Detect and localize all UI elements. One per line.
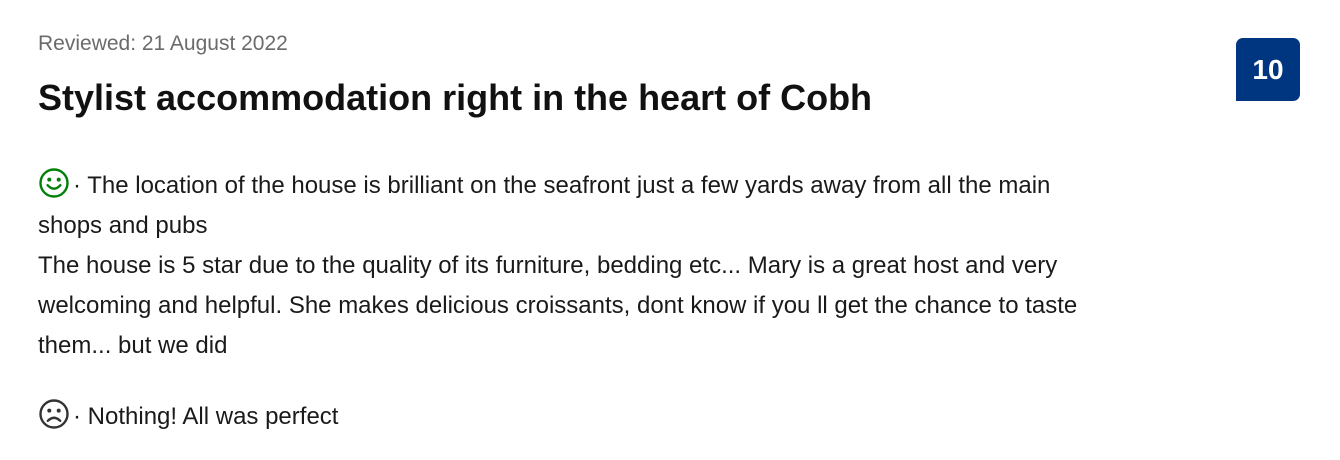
review-date: Reviewed: 21 August 2022 (38, 32, 288, 55)
negative-text: · Nothing! All was perfect (73, 403, 339, 430)
positive-line-3: The house is 5 star due to the quality o… (38, 252, 1058, 279)
review-score-badge: 10 (1236, 38, 1300, 101)
smile-icon (38, 167, 70, 199)
negative-line-1: · Nothing! All was perfect (38, 397, 1278, 437)
positive-line-2: shops and pubs (38, 212, 208, 239)
review-card: Reviewed: 21 August 2022 Stylist accommo… (0, 0, 1340, 460)
positive-line-5: them... but we did (38, 332, 228, 359)
positive-line-4: welcoming and helpful. She makes delicio… (38, 292, 1078, 319)
negative-comment: · Nothing! All was perfect (38, 397, 1278, 437)
review-title: Stylist accommodation right in the heart… (38, 77, 873, 118)
positive-line-1: · The location of the house is brilliant… (38, 166, 1278, 206)
positive-comment: · The location of the house is brilliant… (38, 166, 1278, 366)
positive-text: · The location of the house is brilliant… (73, 172, 1051, 199)
frown-icon (38, 398, 70, 430)
